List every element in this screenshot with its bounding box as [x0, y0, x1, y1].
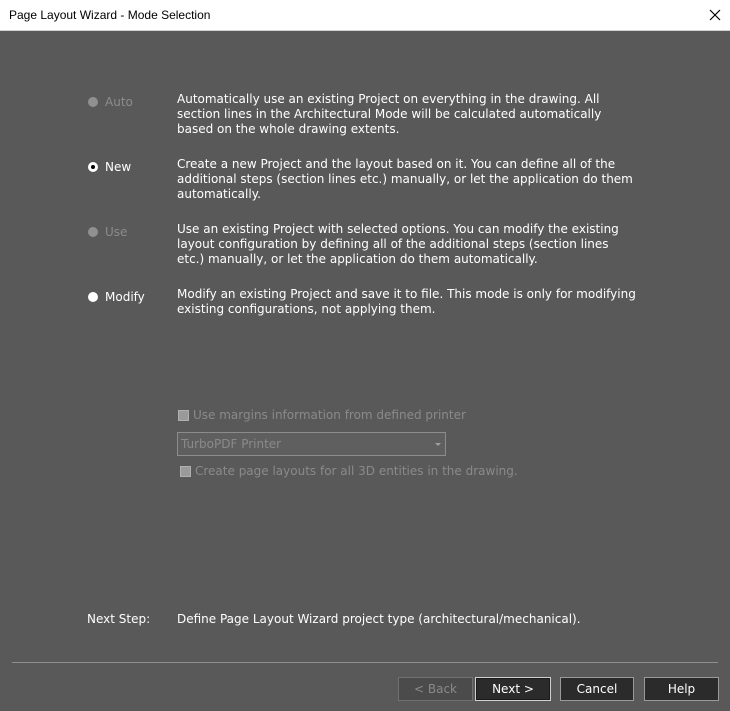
- radio-new-indicator[interactable]: [88, 162, 98, 172]
- cancel-button[interactable]: Cancel: [560, 677, 634, 701]
- radio-modify-indicator[interactable]: [88, 292, 98, 302]
- radio-auto-indicator[interactable]: [88, 97, 98, 107]
- next-button[interactable]: Next >: [475, 677, 551, 701]
- radio-new[interactable]: New: [88, 160, 131, 174]
- create-layouts-checkbox[interactable]: Create page layouts for all 3D entities …: [180, 464, 518, 478]
- window-title: Page Layout Wizard - Mode Selection: [9, 8, 211, 22]
- use-margins-checkbox[interactable]: Use margins information from defined pri…: [178, 408, 466, 422]
- help-button[interactable]: Help: [644, 677, 719, 701]
- radio-use-indicator[interactable]: [88, 227, 98, 237]
- next-step-text: Define Page Layout Wizard project type (…: [177, 612, 581, 626]
- radio-new-label: New: [105, 160, 132, 174]
- new-description: Create a new Project and the layout base…: [177, 157, 633, 201]
- close-button[interactable]: [700, 0, 730, 30]
- printer-selected-value: TurboPDF Printer: [181, 437, 282, 451]
- modify-description: Modify an existing Project and save it t…: [177, 287, 636, 316]
- close-icon: [709, 9, 721, 21]
- back-button[interactable]: < Back: [398, 677, 473, 701]
- use-description: Use an existing Project with selected op…: [177, 222, 619, 266]
- radio-auto-label: Auto: [105, 95, 133, 109]
- use-margins-checkbox-box[interactable]: [178, 409, 189, 421]
- create-layouts-checkbox-box[interactable]: [180, 465, 191, 477]
- printer-dropdown[interactable]: TurboPDF Printer: [177, 432, 446, 456]
- title-bar: Page Layout Wizard - Mode Selection: [0, 0, 730, 31]
- next-step-label: Next Step:: [87, 612, 151, 626]
- radio-use-label: Use: [105, 225, 128, 239]
- chevron-down-icon: [435, 443, 441, 446]
- radio-modify[interactable]: Modify: [88, 290, 145, 304]
- create-layouts-label: Create page layouts for all 3D entities …: [195, 464, 518, 478]
- radio-use[interactable]: Use: [88, 225, 127, 239]
- radio-modify-label: Modify: [105, 290, 145, 304]
- auto-description: Automatically use an existing Project on…: [177, 92, 602, 136]
- use-margins-label: Use margins information from defined pri…: [193, 408, 466, 422]
- separator: [12, 662, 718, 663]
- radio-auto[interactable]: Auto: [88, 95, 133, 109]
